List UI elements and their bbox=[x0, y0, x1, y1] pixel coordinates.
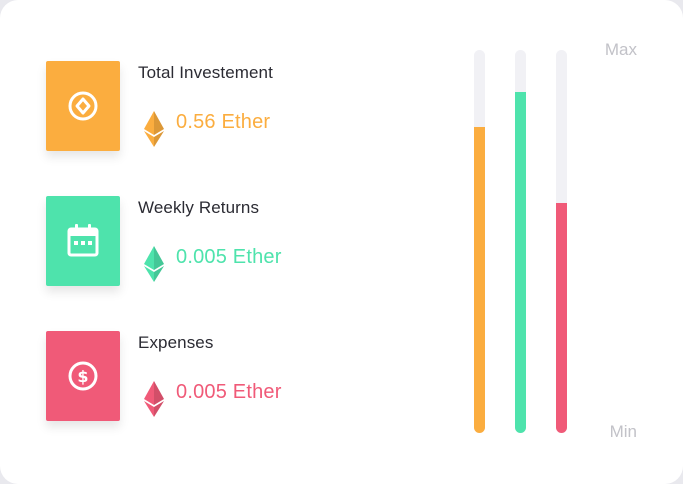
level-bar-expenses bbox=[556, 50, 567, 433]
stat-row-weekly-returns: Weekly Returns 0.005 Ether bbox=[46, 196, 426, 288]
amount-value: 0.005 Ether bbox=[176, 246, 282, 268]
level-bar-returns bbox=[515, 50, 526, 433]
row-title: Total Investement bbox=[138, 63, 273, 82]
returns-tile bbox=[46, 196, 120, 286]
ether-icon bbox=[144, 381, 164, 417]
scale-max-label: Max bbox=[604, 40, 637, 59]
ether-icon bbox=[144, 111, 164, 147]
amount-value: 0.005 Ether bbox=[176, 381, 282, 403]
ether-icon bbox=[144, 246, 164, 282]
level-bar-fill bbox=[515, 92, 526, 433]
stats-card: Total Investement 0.56 Ether Weekly Retu… bbox=[0, 0, 683, 484]
stat-row-total-investment: Total Investement 0.56 Ether bbox=[46, 61, 426, 153]
stat-row-expenses: $ Expenses 0.005 Ether bbox=[46, 331, 426, 423]
row-title: Expenses bbox=[138, 333, 214, 352]
level-bars bbox=[470, 50, 580, 434]
svg-text:$: $ bbox=[77, 367, 88, 386]
level-bar-investment bbox=[474, 50, 485, 433]
scale-min-label: Min bbox=[609, 422, 637, 441]
level-bar-fill bbox=[556, 203, 567, 433]
row-title: Weekly Returns bbox=[138, 198, 260, 217]
level-bar-fill bbox=[474, 126, 485, 433]
expenses-tile: $ bbox=[46, 331, 120, 421]
investment-tile bbox=[46, 61, 120, 151]
amount-value: 0.56 Ether bbox=[176, 111, 271, 133]
